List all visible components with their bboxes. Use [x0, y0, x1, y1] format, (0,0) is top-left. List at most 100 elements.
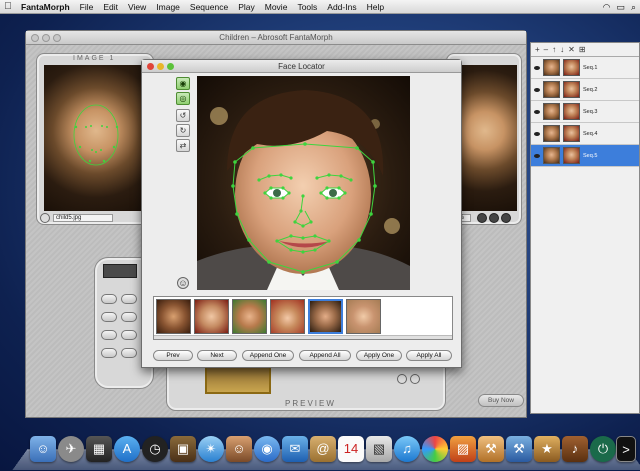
face-thumbnail-selected[interactable] [308, 299, 343, 334]
menu-edit[interactable]: Edit [98, 2, 123, 12]
image1-menu-button[interactable] [40, 213, 50, 223]
zoom-icon[interactable] [167, 63, 174, 70]
stop-button[interactable] [101, 312, 117, 322]
apply-all-button[interactable]: Apply All [406, 350, 452, 361]
face-thumbnail[interactable] [232, 299, 267, 334]
face-thumbnail[interactable] [156, 299, 191, 334]
menu-sequence[interactable]: Sequence [185, 2, 233, 12]
visibility-eye-icon[interactable] [534, 109, 540, 114]
minimize-icon[interactable] [42, 34, 50, 42]
rotate-right-icon[interactable]: ↻ [176, 124, 190, 137]
spotlight-icon[interactable]: ⌕ [631, 2, 636, 13]
auto-locate-face-icon[interactable]: ◉ [176, 77, 190, 90]
thumbnail-scrollbar[interactable] [154, 335, 452, 339]
calendar-icon[interactable]: 14 [338, 436, 364, 462]
face-thumbnail[interactable] [270, 299, 305, 334]
facetime-icon[interactable]: ◉ [254, 436, 280, 462]
photo-icon[interactable]: ☺ [226, 436, 252, 462]
visibility-eye-icon[interactable] [534, 153, 540, 158]
sequence-thumb-source [543, 125, 560, 142]
sequence-item[interactable]: Seq.1 [531, 57, 639, 79]
preview-zoom-out-button[interactable] [397, 374, 407, 384]
app-store-icon[interactable]: A [114, 436, 140, 462]
garageband-icon[interactable]: ★ [534, 436, 560, 462]
buy-now-button[interactable]: Buy Now [478, 394, 524, 407]
first-frame-button[interactable] [121, 312, 137, 322]
xcode-icon[interactable]: ⚒ [478, 436, 504, 462]
iphoto-icon[interactable]: ▨ [450, 436, 476, 462]
sequence-item[interactable]: Seq.4 [531, 123, 639, 145]
menu-image[interactable]: Image [151, 2, 185, 12]
launchpad-icon[interactable]: ✈ [58, 436, 84, 462]
preview-icon[interactable]: ▧ [366, 436, 392, 462]
reverse-button[interactable] [121, 348, 137, 358]
photo-booth-icon[interactable] [422, 436, 448, 462]
flip-icon[interactable]: ⇄ [176, 139, 190, 152]
image2-fit-button[interactable] [501, 213, 511, 223]
face-locator-canvas[interactable] [197, 76, 410, 290]
finder-icon[interactable]: ☺ [30, 436, 56, 462]
sequence-item[interactable]: Seq.2 [531, 79, 639, 101]
remove-sequence-icon[interactable]: – [544, 45, 548, 54]
battery-icon[interactable]: ▭ [616, 2, 625, 13]
mission-control-icon[interactable]: ▦ [86, 436, 112, 462]
menu-add-ins[interactable]: Add-Ins [322, 2, 361, 12]
close-icon[interactable] [31, 34, 39, 42]
face-locator-titlebar[interactable]: Face Locator [142, 60, 461, 73]
append-one-button[interactable]: Append One [242, 350, 294, 361]
face-thumbnail[interactable] [194, 299, 229, 334]
menu-help[interactable]: Help [362, 2, 389, 12]
time-machine-icon[interactable]: ⏻ [590, 436, 616, 462]
image1-landmarks [73, 104, 119, 166]
minimize-icon[interactable] [157, 63, 164, 70]
sequence-item-selected[interactable]: Seq.5 [531, 145, 639, 167]
xcode-icon[interactable]: ⚒ [506, 436, 532, 462]
face-template-icon[interactable]: ☺ [177, 277, 189, 289]
mail-icon[interactable]: ✉ [282, 436, 308, 462]
menu-view[interactable]: View [123, 2, 151, 12]
safari-icon[interactable]: ✴ [198, 436, 224, 462]
next-button[interactable]: Next [197, 350, 237, 361]
move-up-icon[interactable]: ↑ [552, 45, 556, 54]
play-button[interactable] [101, 294, 117, 304]
dashboard-icon[interactable]: ◷ [142, 436, 168, 462]
image2-zoom-in-button[interactable] [489, 213, 499, 223]
visibility-eye-icon[interactable] [534, 87, 540, 92]
itunes-icon[interactable]: ♫ [394, 436, 420, 462]
menu-tools[interactable]: Tools [292, 2, 322, 12]
terminal-icon[interactable]: > [616, 436, 636, 462]
garageband-icon[interactable]: ♪ [562, 436, 588, 462]
contacts-icon[interactable]: @ [310, 436, 336, 462]
loop-button[interactable] [121, 294, 137, 304]
photo-icon[interactable]: ▣ [170, 436, 196, 462]
rotate-left-icon[interactable]: ↺ [176, 109, 190, 122]
menu-file[interactable]: File [75, 2, 99, 12]
next-frame-button[interactable] [101, 348, 117, 358]
apply-one-button[interactable]: Apply One [356, 350, 402, 361]
image2-canvas[interactable] [453, 65, 517, 211]
image2-zoom-out-button[interactable] [477, 213, 487, 223]
prev-button[interactable]: Prev [153, 350, 193, 361]
zoom-icon[interactable] [53, 34, 61, 42]
image1-canvas[interactable] [44, 65, 148, 211]
locate-features-icon[interactable]: ◎ [176, 92, 190, 105]
last-frame-button[interactable] [121, 330, 137, 340]
close-icon[interactable] [147, 63, 154, 70]
visibility-eye-icon[interactable] [534, 131, 540, 136]
menu-app-name[interactable]: FantaMorph [16, 2, 75, 12]
main-window-titlebar[interactable]: Children – Abrosoft FantaMorph [26, 31, 526, 45]
add-sequence-icon[interactable]: + [535, 45, 540, 54]
menu-play[interactable]: Play [233, 2, 260, 12]
delete-sequence-icon[interactable]: ✕ [568, 45, 575, 54]
sequence-item[interactable]: Seq.3 [531, 101, 639, 123]
preview-zoom-in-button[interactable] [410, 374, 420, 384]
wifi-icon[interactable]: ◠ [603, 2, 611, 13]
previous-frame-button[interactable] [101, 330, 117, 340]
menu-movie[interactable]: Movie [260, 2, 293, 12]
apple-icon[interactable]:  [0, 1, 16, 12]
face-thumbnail[interactable] [346, 299, 381, 334]
visibility-eye-icon[interactable] [534, 65, 540, 70]
append-all-button[interactable]: Append All [299, 350, 351, 361]
sequence-options-icon[interactable]: ⊞ [579, 45, 586, 54]
move-down-icon[interactable]: ↓ [560, 45, 564, 54]
